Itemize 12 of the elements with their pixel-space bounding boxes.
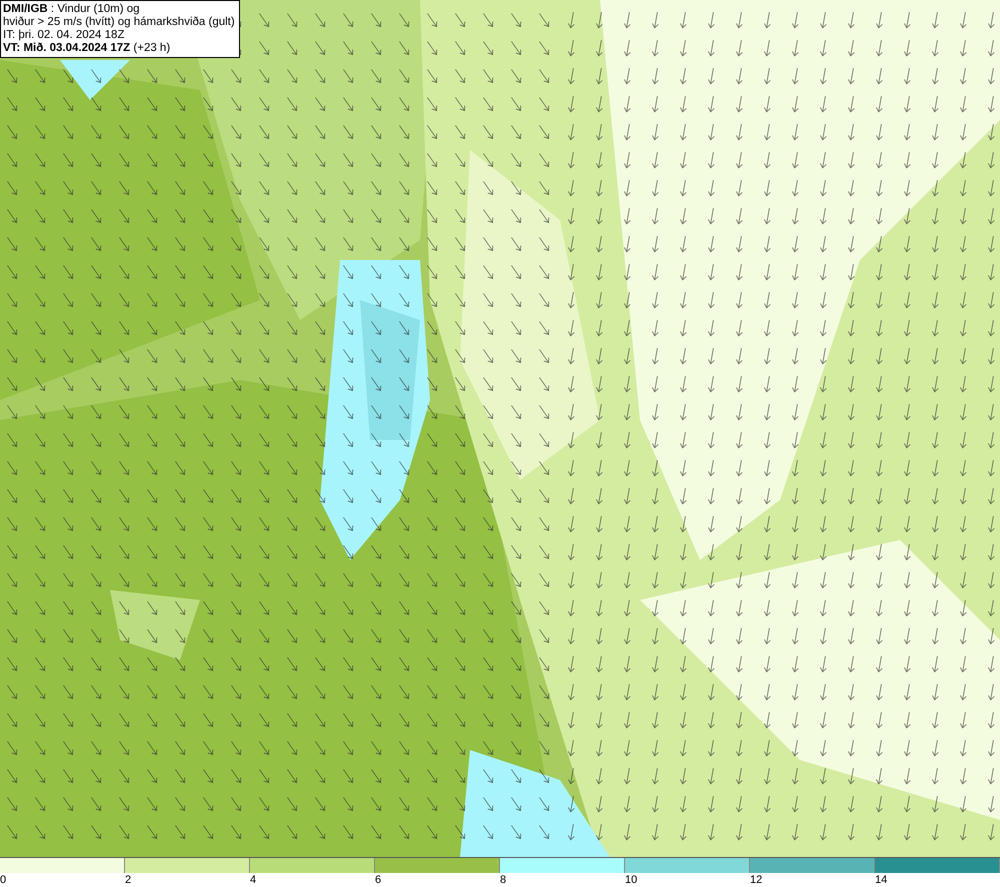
legend-label: 10 [625, 873, 638, 887]
info-line: VT: Mið. 03.04.2024 17Z (+23 h) [3, 42, 172, 55]
legend-label: 12 [750, 873, 762, 887]
legend-label: 0 [0, 873, 6, 887]
info-line: IT: þri. 02. 04. 2024 18Z [3, 29, 126, 42]
legend-label: 2 [125, 873, 132, 887]
legend-label: 6 [375, 873, 382, 887]
legend-label: 4 [250, 873, 256, 887]
legend-label: 8 [500, 873, 506, 887]
info-line: DMI/IGB : Vindur (10m) og [3, 3, 141, 16]
info-line: hviður > 25 m/s (hvítt) og hámarkshviða (gult) [3, 16, 235, 29]
legend-label: 14 [875, 873, 888, 887]
